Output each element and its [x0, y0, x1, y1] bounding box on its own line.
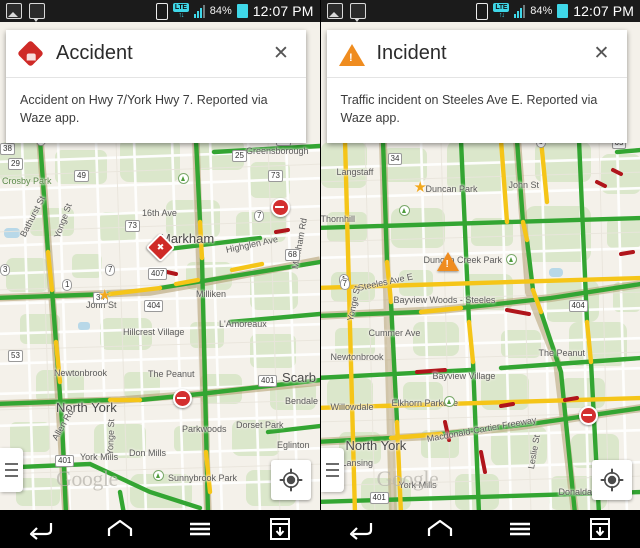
- accident-glyph: ✖: [156, 242, 165, 252]
- close-icon[interactable]: ✕: [266, 39, 296, 69]
- route-shield: 25: [232, 150, 247, 162]
- crosshair-icon: [600, 468, 623, 492]
- route-shield: 404: [144, 300, 164, 312]
- park-marker-icon: [505, 254, 517, 265]
- route-shield: 401: [258, 375, 278, 387]
- battery-icon: [557, 4, 569, 18]
- exclamation-glyph: !: [445, 259, 449, 270]
- card-body-left: Accident on Hwy 7/York Hwy 7. Reported v…: [20, 93, 268, 126]
- google-watermark: Google: [56, 466, 118, 491]
- android-nav-bar: [0, 510, 640, 548]
- road-closed-marker-icon[interactable]: [173, 389, 192, 408]
- google-watermark: Google: [376, 466, 439, 491]
- route-shield: 404: [568, 300, 588, 312]
- download-box-icon: [590, 518, 610, 540]
- route-shield: 29: [8, 158, 23, 170]
- dual-screenshot-container: LTE ↑↓ 84% 12:07 PM Crosby Park Bathurst…: [0, 0, 640, 510]
- starred-place-icon[interactable]: ★: [414, 180, 427, 195]
- vibrate-icon: [476, 2, 489, 20]
- battery-icon: [236, 4, 248, 18]
- route-shield: 49: [74, 170, 89, 182]
- clock-label: 12:07 PM: [252, 3, 314, 19]
- photo-icon: [6, 3, 22, 19]
- battery-percent-label: 84%: [209, 5, 232, 17]
- notifications-button[interactable]: [258, 514, 302, 544]
- phone-screen-right: LTE ↑↓ 84% 12:07 PM Langstaff Duncan Par…: [319, 0, 640, 510]
- route-shield: 7: [339, 278, 350, 290]
- clock-label: 12:07 PM: [573, 3, 634, 19]
- home-icon: [107, 519, 133, 536]
- network-type-indicator: LTE ↑↓: [493, 3, 510, 19]
- route-shield: 73: [268, 170, 283, 182]
- card-title-left: Accident: [56, 42, 133, 64]
- nav-group-left: [0, 510, 320, 548]
- photo-icon: [326, 3, 343, 19]
- route-shield: 38: [0, 143, 15, 155]
- map-drawer-tab[interactable]: [0, 448, 23, 492]
- status-bar-right: LTE ↑↓ 84% 12:07 PM: [320, 0, 640, 22]
- signal-bars-icon: [193, 4, 205, 18]
- menu-lines-icon: [190, 522, 210, 536]
- card-body-right: Traffic incident on Steeles Ave E. Repor…: [340, 93, 598, 126]
- notifications-button[interactable]: [578, 514, 622, 544]
- message-icon: [29, 3, 45, 22]
- back-arrow-icon: [349, 523, 373, 540]
- incident-marker-icon[interactable]: !: [436, 252, 459, 271]
- status-bar-left: LTE ↑↓ 84% 12:07 PM: [0, 0, 320, 22]
- data-arrows-icon: ↑↓: [178, 12, 184, 19]
- home-button[interactable]: [98, 514, 142, 544]
- lte-badge: LTE: [493, 3, 510, 12]
- starred-place-icon[interactable]: ★: [98, 288, 111, 303]
- signal-bars-icon: [514, 4, 526, 18]
- park-marker-icon: [443, 396, 455, 407]
- message-icon: [349, 3, 366, 22]
- back-button[interactable]: [18, 514, 62, 544]
- download-box-icon: [270, 518, 290, 540]
- status-bar-system-icons-right: LTE ↑↓ 84% 12:07 PM: [476, 2, 640, 20]
- recent-apps-button[interactable]: [178, 514, 222, 544]
- home-icon: [427, 519, 453, 536]
- close-icon[interactable]: ✕: [587, 39, 617, 69]
- data-arrows-icon: ↑↓: [498, 12, 505, 19]
- home-button[interactable]: [418, 514, 462, 544]
- phone-screen-left: LTE ↑↓ 84% 12:07 PM Crosby Park Bathurst…: [0, 0, 320, 510]
- route-shield: 73: [125, 220, 140, 232]
- card-header-right: ! Incident ✕: [326, 30, 627, 78]
- map-drawer-tab[interactable]: [320, 448, 344, 492]
- locate-me-button[interactable]: [271, 460, 311, 500]
- route-shield: 68: [285, 249, 300, 261]
- card-header-left: Accident ✕: [6, 30, 306, 78]
- road-closed-marker-icon[interactable]: [271, 198, 290, 217]
- vibrate-icon: [155, 2, 168, 20]
- park-marker-icon: [153, 470, 164, 481]
- route-shield: 53: [8, 350, 23, 362]
- notification-card-right[interactable]: ! Incident ✕ Traffic incident on Steeles…: [326, 30, 627, 144]
- crosshair-icon: [279, 468, 303, 492]
- card-title-right: Incident: [376, 42, 447, 64]
- notification-card-left[interactable]: Accident ✕ Accident on Hwy 7/York Hwy 7.…: [6, 30, 306, 144]
- nav-group-right: [320, 510, 640, 548]
- route-shield: 401: [369, 492, 389, 504]
- network-type-indicator: LTE ↑↓: [172, 3, 189, 19]
- route-shield: 34: [387, 153, 403, 165]
- back-arrow-icon: [29, 523, 53, 540]
- back-button[interactable]: [338, 514, 382, 544]
- park-marker-icon: [178, 173, 189, 184]
- locate-me-button[interactable]: [591, 460, 632, 500]
- menu-lines-icon: [510, 522, 530, 536]
- warning-triangle-icon: !: [338, 41, 365, 67]
- park-marker-icon: [398, 205, 410, 216]
- accident-diamond-icon: [17, 39, 44, 67]
- road-closed-marker-icon[interactable]: [578, 406, 598, 425]
- status-bar-system-icons: LTE ↑↓ 84% 12:07 PM: [155, 2, 320, 20]
- status-bar-notification-icons: [0, 3, 156, 22]
- lte-badge: LTE: [172, 3, 189, 12]
- route-shield: 407: [148, 268, 168, 280]
- battery-percent-label: 84%: [530, 5, 553, 17]
- status-bar-notification-icons-right: [321, 3, 477, 22]
- recent-apps-button[interactable]: [498, 514, 542, 544]
